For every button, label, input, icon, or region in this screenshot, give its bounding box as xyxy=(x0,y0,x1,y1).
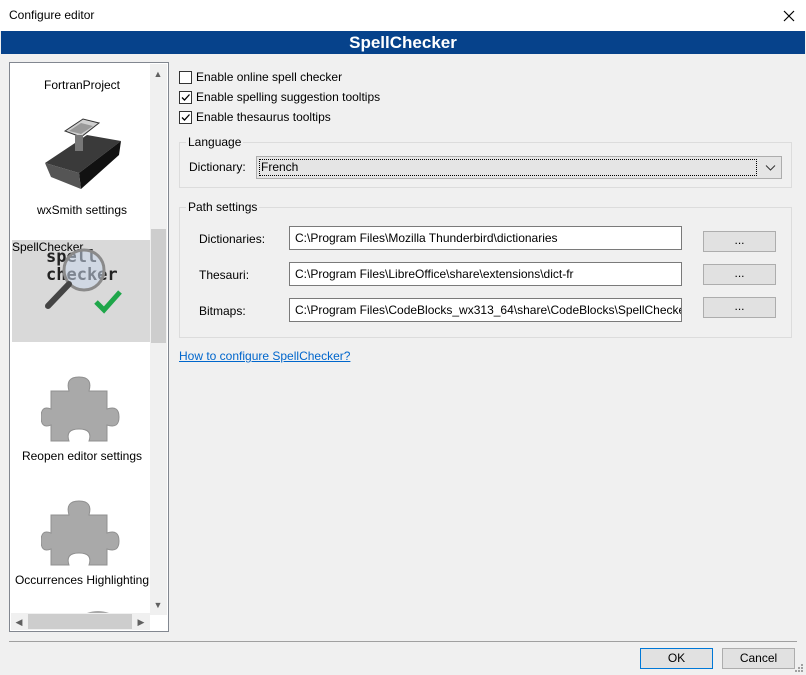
thesauri-browse-button[interactable]: ... xyxy=(703,264,776,285)
thesauri-label: Thesauri: xyxy=(199,268,250,282)
bitmaps-label: Bitmaps: xyxy=(199,304,246,318)
thesaurus-tooltips-label: Enable thesaurus tooltips xyxy=(196,110,331,124)
checkmark-icon xyxy=(181,93,190,101)
sidebar-item-fortranproject[interactable]: FortranProject xyxy=(13,63,151,103)
vertical-scrollbar-thumb[interactable] xyxy=(151,229,166,343)
divider xyxy=(9,641,797,642)
page-banner: SpellChecker xyxy=(1,31,805,54)
resize-grip-icon[interactable] xyxy=(794,663,804,673)
online-spell-checker-option[interactable]: Enable online spell checker xyxy=(179,69,342,85)
sidebar-item-label: Occurrences Highlighting xyxy=(14,573,150,587)
suggestion-tooltips-option[interactable]: Enable spelling suggestion tooltips xyxy=(179,89,380,105)
bitmaps-path-input[interactable]: C:\Program Files\CodeBlocks_wx313_64\sha… xyxy=(289,298,682,322)
sidebar-item-reopen-editor-settings[interactable]: Reopen editor settings xyxy=(13,363,151,473)
sidebar-item-occurrences-highlighting[interactable]: Occurrences Highlighting xyxy=(13,487,151,597)
sidebar-item-spellchecker[interactable]: spell checker SpellChecker xyxy=(12,240,151,342)
puzzle-piece-icon xyxy=(41,500,120,566)
ok-button[interactable]: OK xyxy=(640,648,713,669)
sidebar-item-label: Reopen editor settings xyxy=(21,449,143,463)
puzzle-piece-icon xyxy=(41,376,120,442)
chevron-down-icon xyxy=(765,165,776,171)
online-spell-checker-label: Enable online spell checker xyxy=(196,70,343,84)
wxsmith-icon xyxy=(45,118,121,189)
dictionary-label: Dictionary: xyxy=(189,160,246,174)
scroll-up-icon[interactable]: ▲ xyxy=(150,66,166,82)
sidebar-item-label: FortranProject xyxy=(43,78,121,92)
close-button[interactable] xyxy=(772,0,806,31)
bitmaps-browse-button[interactable]: ... xyxy=(703,297,776,318)
scroll-right-icon[interactable]: ▶ xyxy=(133,614,149,630)
cancel-button[interactable]: Cancel xyxy=(722,648,795,669)
help-link[interactable]: How to configure SpellChecker? xyxy=(179,349,350,363)
dictionaries-path-input[interactable]: C:\Program Files\Mozilla Thunderbird\dic… xyxy=(289,226,682,250)
fortran-project-icon xyxy=(56,62,108,69)
window-title: Configure editor xyxy=(9,8,95,22)
dictionary-select[interactable]: French xyxy=(256,156,782,179)
path-settings-group-label: Path settings xyxy=(186,200,260,214)
thesaurus-tooltips-option[interactable]: Enable thesaurus tooltips xyxy=(179,109,331,125)
thesaurus-tooltips-checkbox[interactable] xyxy=(179,110,192,124)
dictionary-select-value: French xyxy=(259,159,757,176)
scroll-left-icon[interactable]: ◀ xyxy=(11,614,27,630)
spellchecker-icon: spell checker xyxy=(45,247,122,314)
suggestion-tooltips-checkbox[interactable] xyxy=(179,90,192,104)
dictionaries-label: Dictionaries: xyxy=(199,232,266,246)
settings-category-list[interactable]: FortranProject wxSmith settings spell ch… xyxy=(9,62,169,632)
suggestion-tooltips-label: Enable spelling suggestion tooltips xyxy=(196,90,381,104)
dictionaries-browse-button[interactable]: ... xyxy=(703,231,776,252)
thesauri-path-input[interactable]: C:\Program Files\LibreOffice\share\exten… xyxy=(289,262,682,286)
sidebar-item-wxsmith-settings[interactable]: wxSmith settings xyxy=(13,109,151,221)
language-group-label: Language xyxy=(186,135,244,149)
scroll-down-icon[interactable]: ▼ xyxy=(150,597,166,613)
horizontal-scrollbar-thumb[interactable] xyxy=(28,614,132,629)
checkmark-icon xyxy=(181,113,190,121)
close-icon xyxy=(783,10,795,21)
sidebar-item-label: wxSmith settings xyxy=(36,203,128,217)
online-spell-checker-checkbox[interactable] xyxy=(179,70,192,84)
title-bar xyxy=(0,0,806,31)
